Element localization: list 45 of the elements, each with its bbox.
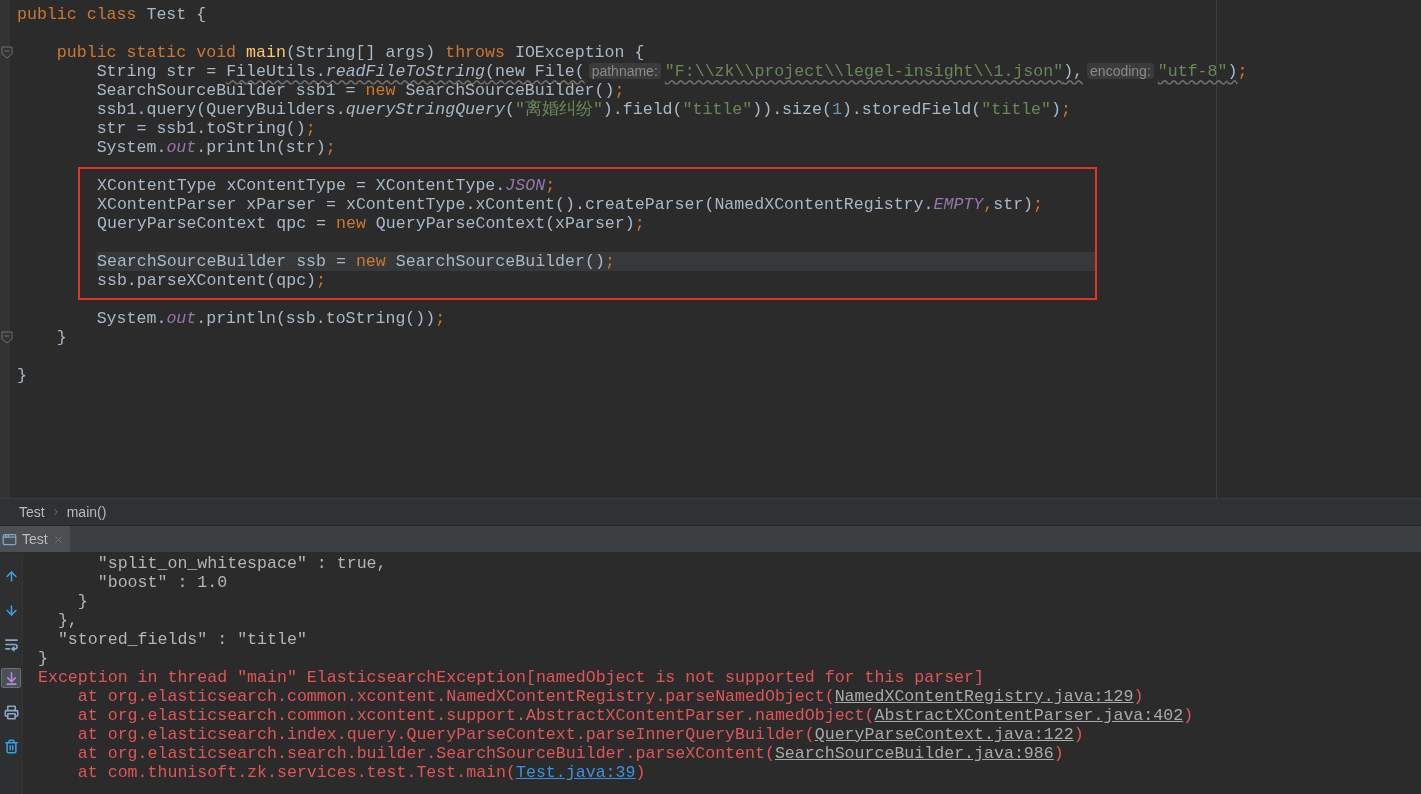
console-output-line: } (76, 592, 89, 611)
breadcrumb-item[interactable]: main() (66, 504, 107, 520)
stack-trace-line: at org.elasticsearch.search.builder.SearchSourceBuilder.parseXContent(SearchSourceBuilder.java:986) (76, 744, 1065, 763)
code-line: XContentParser xParser = xContentType.xContent().createParser(NamedXContentRegistry.EMPTY,str); (97, 195, 1045, 214)
source-link[interactable]: NamedXContentRegistry.java:129 (834, 687, 1134, 706)
source-link[interactable]: QueryParseContext.java:122 (814, 725, 1074, 744)
error-message: Exception in thread "main" ElasticsearchException[namedObject is not supported for this parser] (38, 668, 985, 687)
stack-trace-line: at com.thunisoft.zk.services.test.Test.main(Test.java:39) (76, 763, 647, 782)
code-line: public class Test { (17, 5, 208, 24)
code-line: ssb.parseXContent(qpc); (97, 271, 328, 290)
source-link[interactable]: Test.java:39 (516, 763, 636, 782)
window-icon (2, 531, 17, 547)
stack-trace-line: at org.elasticsearch.common.xcontent.NamedXContentRegistry.parseNamedObject(NamedXContentRegistry.java:129) (76, 687, 1145, 706)
code-line: } (17, 328, 1216, 347)
code-line: } (17, 366, 28, 385)
console-tab[interactable]: Test (0, 526, 70, 552)
fold-marker-icon[interactable] (1, 46, 13, 59)
console-output-line: "split_on_whitespace" : true, (96, 554, 388, 573)
down-arrow-icon (3, 602, 19, 618)
code-line: XContentType xContentType = XContentType.JSON; (97, 176, 557, 195)
tab-label: Test (22, 531, 48, 547)
code-line: System.out.println(ssb.toString()); (95, 309, 447, 328)
stack-trace-line: at org.elasticsearch.common.xcontent.support.AbstractXContentParser.namedObject(AbstractXContentParser.java:402) (76, 706, 1194, 725)
printer-button[interactable] (1, 702, 21, 722)
scroll-down-icon (3, 670, 19, 686)
code-line: System.out.println(str); (95, 138, 337, 157)
code-line: String str = FileUtils.readFileToString(new File( pathname: "F:\\zk\\project\\legel-insight\\1.json"), encoding: "utf-8"); (95, 62, 1248, 81)
breadcrumb-item[interactable]: Test (19, 504, 45, 520)
code-line: ssb1.query(QueryBuilders.queryStringQuery("离婚纠纷").field("title")).size(1).storedField("title"); (95, 100, 1072, 119)
code-line: public static void main(String[] args) throws IOException { (17, 43, 1216, 62)
console-output-line: }, (56, 611, 79, 630)
console-output-line: } (38, 649, 49, 668)
source-link[interactable]: SearchSourceBuilder.java:986 (774, 744, 1054, 763)
scroll-down-button[interactable] (1, 668, 21, 688)
code-line: SearchSourceBuilder ssb1 = new SearchSourceBuilder(); (95, 81, 626, 100)
source-link[interactable]: AbstractXContentParser.java:402 (874, 706, 1184, 725)
code-line: str = ssb1.toString(); (95, 119, 317, 138)
fold-marker-icon[interactable] (1, 331, 13, 344)
wrap-icon (3, 636, 19, 652)
trash-icon (3, 738, 19, 754)
console-output-line: "stored_fields" : "title" (56, 630, 308, 649)
console-output-line: "boost" : 1.0 (96, 573, 229, 592)
code-line: QueryParseContext qpc = new QueryParseContext(xParser); (97, 214, 646, 233)
printer-icon (3, 704, 19, 720)
stack-trace-line: at org.elasticsearch.index.query.QueryParseContext.parseInnerQueryBuilder(QueryParseContext.java:122) (76, 725, 1085, 744)
